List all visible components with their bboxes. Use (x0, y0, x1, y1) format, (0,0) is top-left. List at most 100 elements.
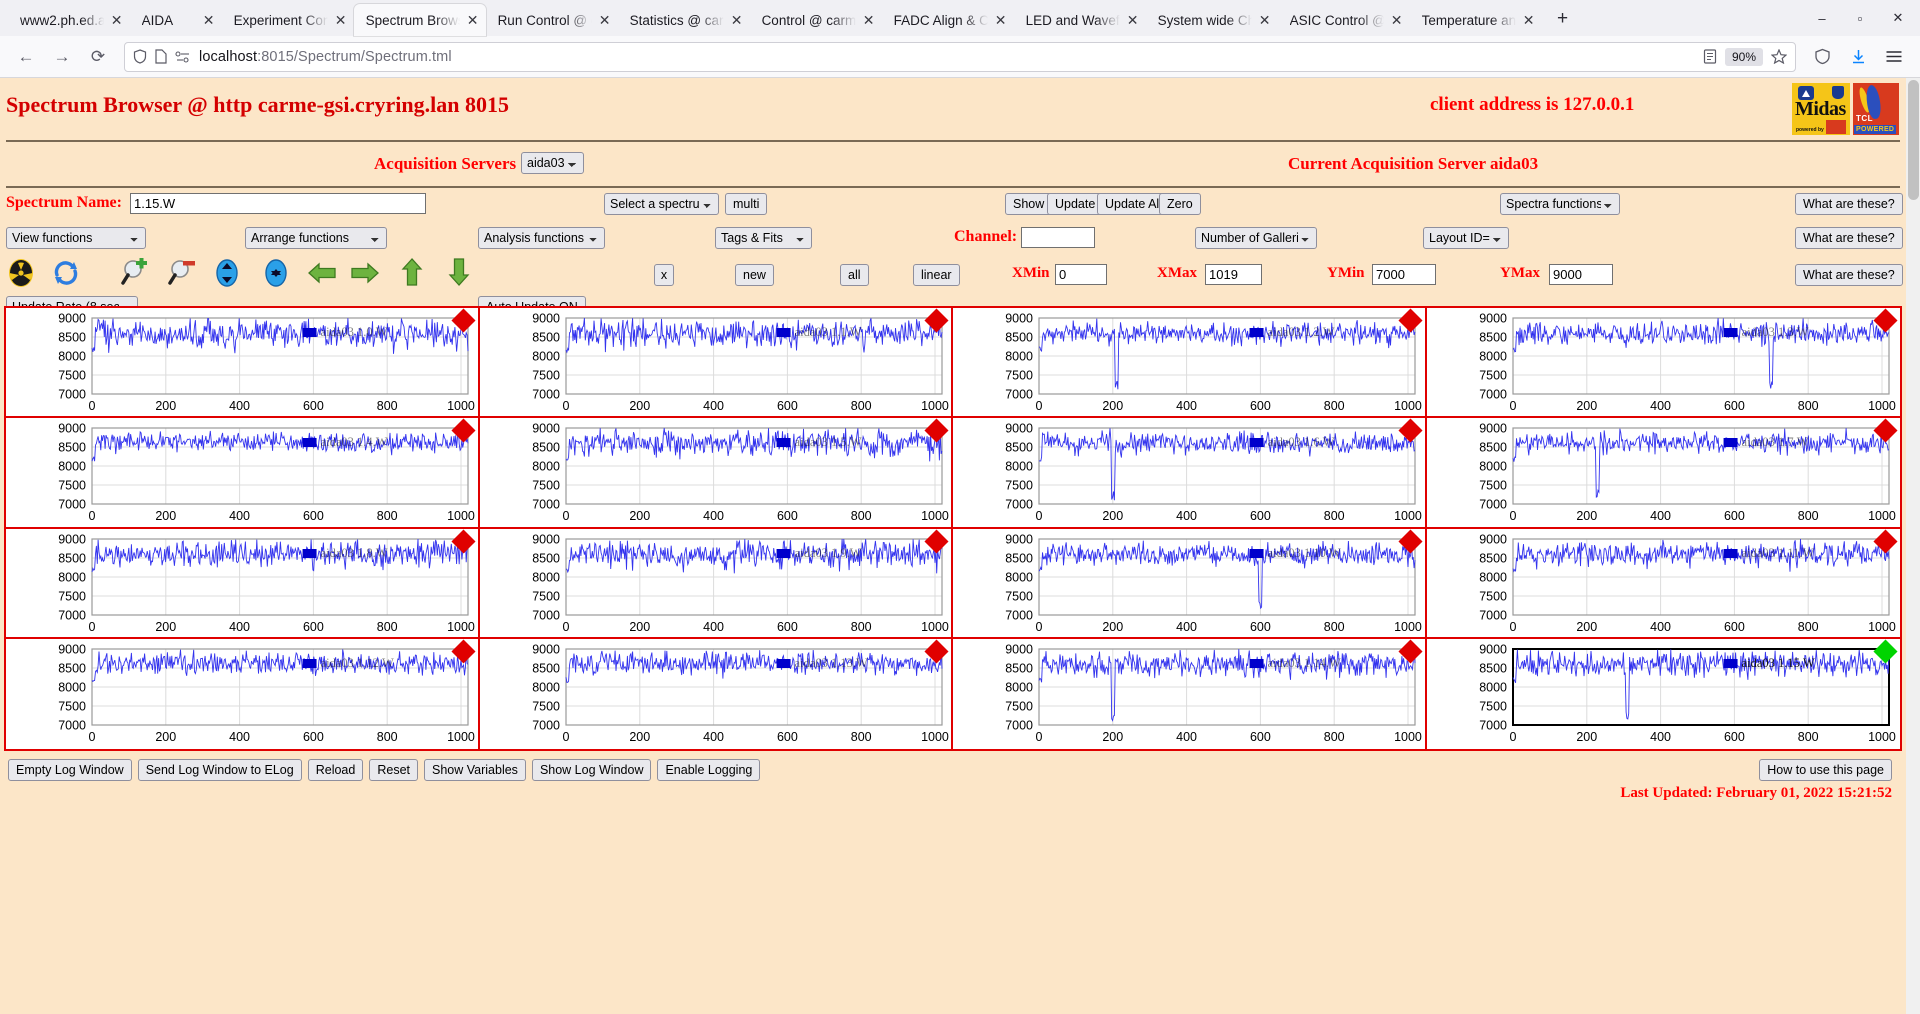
browser-tab[interactable]: Control @ carme ✕ (750, 4, 882, 36)
browser-tab[interactable]: LED and Wavefor ✕ (1014, 4, 1146, 36)
spectrum-panel[interactable]: 7000 7500 8000 8500 9000 0 200 400 600 800 1000 aid… (479, 308, 953, 419)
close-tab-icon[interactable]: ✕ (334, 13, 348, 27)
spectrum-plot-area[interactable]: 7000 7500 8000 8500 9000 0 200 400 600 800 1000 aid… (480, 418, 952, 526)
browser-tab[interactable]: FADC Align & Co ✕ (882, 4, 1014, 36)
ymax-input[interactable] (1549, 264, 1613, 285)
linear-button[interactable]: linear (913, 264, 960, 286)
browser-tab[interactable]: ASIC Control @ c ✕ (1278, 4, 1410, 36)
spectrum-plot-area[interactable]: 7000 7500 8000 8500 9000 0 200 400 600 800 1000 aid… (953, 308, 1425, 416)
analysis-functions-dropdown[interactable]: Analysis functions (478, 227, 605, 249)
layout-id-dropdown[interactable]: Layout ID=1 (1423, 227, 1509, 249)
spectrum-plot-area[interactable]: 7000 7500 8000 8500 9000 0 200 400 600 800 1000 aid… (1427, 529, 1901, 637)
spectrum-panel[interactable]: 7000 7500 8000 8500 9000 0 200 400 600 800 1000 aid… (953, 418, 1427, 529)
browser-tab[interactable]: AIDA ✕ (130, 4, 222, 36)
arrow-up-icon[interactable] (399, 257, 429, 287)
what-are-these-button-3[interactable]: What are these? (1795, 264, 1903, 286)
spectrum-plot-area[interactable]: 7000 7500 8000 8500 9000 0 200 400 600 800 1000 aid… (480, 529, 952, 637)
close-tab-icon[interactable]: ✕ (994, 13, 1008, 27)
spectrum-plot-area[interactable]: 7000 7500 8000 8500 9000 0 200 400 600 800 1000 aid… (953, 529, 1425, 637)
reload-icon[interactable]: ⟳ (82, 42, 114, 72)
spectra-functions-dropdown[interactable]: Spectra functions (1500, 193, 1620, 215)
close-tab-icon[interactable]: ✕ (730, 13, 744, 27)
spectrum-plot-area[interactable]: 7000 7500 8000 8500 9000 0 200 400 600 800 1000 aid… (6, 639, 478, 749)
enable-logging-button[interactable]: Enable Logging (657, 759, 761, 781)
how-to-use-button[interactable]: How to use this page (1759, 759, 1892, 781)
browser-tab[interactable]: www2.ph.ed.a ✕ (8, 4, 130, 36)
browser-tab[interactable]: Spectrum Browse ✕ (353, 4, 486, 36)
spectrum-panel[interactable]: 7000 7500 8000 8500 9000 0 200 400 600 800 1000 aid… (1426, 418, 1901, 529)
zoom-out-icon[interactable] (167, 258, 197, 288)
collapse-vertical-icon[interactable] (261, 258, 291, 288)
maximize-button[interactable]: ▫ (1842, 4, 1878, 32)
radiation-icon[interactable] (6, 258, 36, 288)
arrow-down-icon[interactable] (446, 257, 476, 287)
url-text[interactable]: localhost:8015/Spectrum/Spectrum.tml (199, 49, 1695, 65)
close-tab-icon[interactable]: ✕ (1522, 13, 1536, 27)
reset-button[interactable]: Reset (369, 759, 418, 781)
page-scrollbar-thumb[interactable] (1908, 80, 1919, 200)
send-log-to-elog-button[interactable]: Send Log Window to ELog (137, 759, 302, 781)
close-tab-icon[interactable]: ✕ (1258, 13, 1272, 27)
back-icon[interactable]: ← (10, 42, 42, 72)
close-window-button[interactable]: ✕ (1880, 4, 1916, 32)
spectrum-panel[interactable]: 7000 7500 8000 8500 9000 0 200 400 600 800 1000 aid… (479, 638, 953, 749)
close-tab-icon[interactable]: ✕ (110, 13, 124, 27)
spectrum-panel[interactable]: 7000 7500 8000 8500 9000 0 200 400 600 800 1000 aid… (479, 528, 953, 639)
permissions-icon[interactable] (175, 50, 191, 64)
close-tab-icon[interactable]: ✕ (862, 13, 876, 27)
spectrum-panel[interactable]: 7000 7500 8000 8500 9000 0 200 400 600 800 1000 aid… (479, 418, 953, 529)
what-are-these-button-1[interactable]: What are these? (1795, 193, 1903, 215)
xmin-input[interactable] (1055, 264, 1107, 285)
spectrum-panel[interactable]: 7000 7500 8000 8500 9000 0 200 400 600 800 1000 aid… (953, 528, 1427, 639)
multi-button[interactable]: multi (725, 193, 768, 215)
show-log-window-button[interactable]: Show Log Window (531, 759, 652, 781)
spectrum-panel[interactable]: 7000 7500 8000 8500 9000 0 200 400 600 800 1000 aid… (953, 638, 1427, 749)
forward-icon[interactable]: → (46, 42, 78, 72)
number-of-galleries-dropdown[interactable]: Number of Galleries (1195, 227, 1317, 249)
zoom-level-indicator[interactable]: 90% (1724, 47, 1763, 66)
spectrum-panel[interactable]: 7000 7500 8000 8500 9000 0 200 400 600 800 1000 aid… (6, 528, 480, 639)
refresh-icon[interactable] (51, 258, 81, 288)
spectrum-plot-area[interactable]: 7000 7500 8000 8500 9000 0 200 400 600 800 1000 aid… (953, 639, 1425, 749)
view-functions-dropdown[interactable]: View functions (6, 227, 146, 249)
hamburger-menu-icon[interactable] (1878, 42, 1910, 72)
shield-icon[interactable] (133, 49, 147, 64)
show-variables-button[interactable]: Show Variables (424, 759, 526, 781)
new-tab-button[interactable]: + (1548, 4, 1578, 34)
spectrum-plot-area[interactable]: 7000 7500 8000 8500 9000 0 200 400 600 800 1000 aid… (6, 529, 478, 637)
spectrum-plot-area[interactable]: 7000 7500 8000 8500 9000 0 200 400 600 800 1000 aid… (1427, 639, 1901, 749)
update-button[interactable]: Update (1047, 193, 1104, 215)
close-tab-icon[interactable]: ✕ (202, 13, 216, 27)
spectrum-panel[interactable]: 7000 7500 8000 8500 9000 0 200 400 600 800 1000 aid… (1426, 308, 1900, 419)
spectrum-panel[interactable]: 7000 7500 8000 8500 9000 0 200 400 600 800 1000 aid… (1426, 638, 1901, 749)
minimize-button[interactable]: – (1804, 4, 1840, 32)
show-button[interactable]: Show (1005, 193, 1053, 215)
spectrum-plot-area[interactable]: 7000 7500 8000 8500 9000 0 200 400 600 800 1000 aid… (953, 418, 1425, 526)
star-icon[interactable] (1771, 49, 1787, 64)
zoom-in-icon[interactable] (120, 257, 150, 288)
spectrum-plot-area[interactable]: 7000 7500 8000 8500 9000 0 200 400 600 800 1000 aid… (1427, 418, 1901, 526)
tags-and-fits-dropdown[interactable]: Tags & Fits (715, 227, 812, 249)
close-tab-icon[interactable]: ✕ (466, 13, 480, 27)
browser-tab[interactable]: Temperature and ✕ (1410, 4, 1542, 36)
arrow-right-icon[interactable] (350, 260, 380, 290)
xmax-input[interactable] (1205, 264, 1262, 285)
spectrum-panel[interactable]: 7000 7500 8000 8500 9000 0 200 400 600 800 1000 aid… (1426, 528, 1901, 639)
expand-vertical-icon[interactable] (212, 258, 242, 288)
arrow-left-icon[interactable] (307, 260, 337, 290)
spectrum-name-input[interactable] (130, 193, 426, 214)
url-bar[interactable]: localhost:8015/Spectrum/Spectrum.tml 90% (124, 41, 1796, 72)
empty-log-window-button[interactable]: Empty Log Window (8, 759, 132, 781)
spectrum-panel[interactable]: 7000 7500 8000 8500 9000 0 200 400 600 800 1000 aid… (6, 418, 480, 529)
spectrum-plot-area[interactable]: 7000 7500 8000 8500 9000 0 200 400 600 800 1000 aid… (6, 308, 478, 416)
browser-tab[interactable]: System wide Che ✕ (1146, 4, 1278, 36)
x-button[interactable]: x (654, 264, 674, 286)
browser-tab[interactable]: Run Control @ ca ✕ (486, 4, 618, 36)
page-scrollbar[interactable] (1906, 78, 1920, 1014)
page-info-icon[interactable] (155, 49, 167, 64)
new-button[interactable]: new (735, 264, 774, 286)
reader-view-icon[interactable] (1703, 49, 1717, 64)
spectrum-plot-area[interactable]: 7000 7500 8000 8500 9000 0 200 400 600 800 1000 aid… (480, 308, 952, 416)
browser-tab[interactable]: Experiment Cont ✕ (222, 4, 354, 36)
spectrum-panel[interactable]: 7000 7500 8000 8500 9000 0 200 400 600 800 1000 aid… (6, 308, 480, 419)
